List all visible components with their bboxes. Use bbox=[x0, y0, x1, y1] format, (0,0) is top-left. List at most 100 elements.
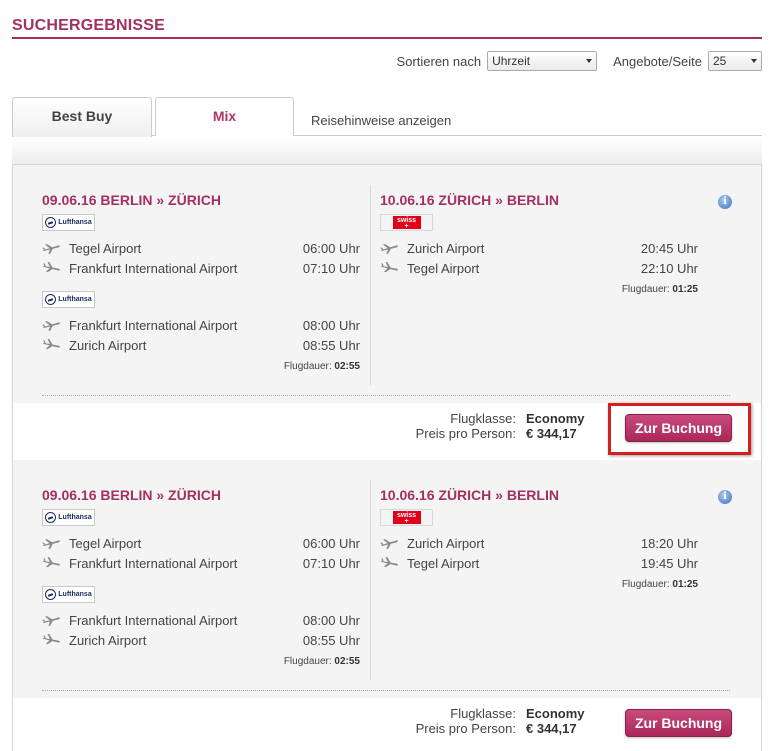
travel-notes-link[interactable]: Reisehinweise anzeigen bbox=[311, 113, 451, 128]
takeoff-icon bbox=[42, 616, 60, 626]
landing-icon bbox=[381, 557, 399, 568]
departure-time: 08:00 Uhr bbox=[302, 318, 360, 333]
sort-bar: Sortieren nach Uhrzeit Angebote/Seite 25 bbox=[397, 50, 762, 72]
takeoff-icon bbox=[380, 539, 398, 549]
segment-arrival: Zurich Airport 08:55 Uhr bbox=[42, 631, 360, 651]
flight-duration: Flugdauer: 01:25 bbox=[621, 284, 698, 295]
outbound-leg: 09.06.16 BERLIN » ZÜRICH Lufthansa Tegel A… bbox=[42, 192, 360, 372]
chevron-down-icon bbox=[586, 59, 593, 63]
return-leg: 10.06.16 ZÜRICH » BERLIN swiss + Zurich Air… bbox=[380, 192, 698, 295]
segment-departure: Tegel Airport 06:00 Uhr bbox=[42, 534, 360, 554]
page-title: SUCHERGEBNISSE bbox=[12, 17, 166, 34]
lufthansa-logo: Lufthansa bbox=[42, 509, 95, 526]
segment-arrival: Tegel Airport 22:10 Uhr bbox=[380, 259, 698, 279]
departure-time: 18:20 Uhr bbox=[640, 536, 698, 551]
flight-duration: Flugdauer: 01:25 bbox=[621, 579, 698, 590]
price-value: € 344,17 bbox=[526, 426, 577, 441]
arrival-time: 08:55 Uhr bbox=[302, 633, 360, 648]
per-page-select[interactable]: 25 bbox=[708, 51, 762, 71]
tab-best-buy[interactable]: Best Buy bbox=[12, 97, 152, 137]
dotted-divider bbox=[42, 395, 730, 396]
departure-time: 20:45 Uhr bbox=[640, 241, 698, 256]
offer-card: 09.06.16 BERLIN » ZÜRICH Lufthansa Tegel A… bbox=[12, 460, 762, 751]
tab-mix[interactable]: Mix bbox=[155, 97, 294, 136]
airport-name: Frankfurt International Airport bbox=[69, 556, 238, 571]
offer-itinerary: 09.06.16 BERLIN » ZÜRICH Lufthansa Tegel A… bbox=[13, 165, 761, 403]
segment-arrival: Frankfurt International Airport 07:10 Uhr bbox=[42, 554, 360, 574]
swiss-logo: swiss + bbox=[380, 509, 433, 526]
takeoff-icon bbox=[380, 244, 398, 254]
outbound-leg: 09.06.16 BERLIN » ZÜRICH Lufthansa Tegel A… bbox=[42, 487, 360, 667]
takeoff-icon bbox=[42, 539, 60, 549]
arrival-time: 07:10 Uhr bbox=[302, 261, 360, 276]
airport-name: Zurich Airport bbox=[407, 241, 485, 256]
class-value: Economy bbox=[526, 706, 585, 721]
airport-name: Tegel Airport bbox=[407, 556, 480, 571]
offer-footer: Flugklasse: Economy Preis pro Person: € 344… bbox=[13, 403, 761, 460]
segment-arrival: Frankfurt International Airport 07:10 Uhr bbox=[42, 259, 360, 279]
arrival-time: 07:10 Uhr bbox=[302, 556, 360, 571]
segment-departure: Zurich Airport 20:45 Uhr bbox=[380, 239, 698, 259]
book-button[interactable]: Zur Buchung bbox=[625, 414, 732, 442]
arrival-time: 19:45 Uhr bbox=[640, 556, 698, 571]
dotted-divider bbox=[42, 690, 730, 691]
leg-heading: 10.06.16 ZÜRICH » BERLIN bbox=[380, 192, 559, 208]
title-rule bbox=[12, 37, 762, 39]
arrival-time: 22:10 Uhr bbox=[640, 261, 698, 276]
landing-icon bbox=[43, 262, 61, 273]
offer-itinerary: 09.06.16 BERLIN » ZÜRICH Lufthansa Tegel A… bbox=[13, 460, 761, 698]
leg-divider bbox=[370, 480, 371, 680]
book-button[interactable]: Zur Buchung bbox=[625, 709, 732, 737]
offer-footer: Flugklasse: Economy Preis pro Person: € 344… bbox=[13, 698, 761, 751]
info-icon[interactable]: i bbox=[718, 490, 732, 504]
class-value: Economy bbox=[526, 411, 585, 426]
offer-card: 09.06.16 BERLIN » ZÜRICH Lufthansa Tegel A… bbox=[12, 165, 762, 460]
info-icon[interactable]: i bbox=[718, 195, 732, 209]
price-label: Preis pro Person: bbox=[415, 721, 516, 736]
airport-name: Frankfurt International Airport bbox=[69, 261, 238, 276]
segment-arrival: Zurich Airport 08:55 Uhr bbox=[42, 336, 360, 356]
segment-departure: Tegel Airport 06:00 Uhr bbox=[42, 239, 360, 259]
airport-name: Tegel Airport bbox=[407, 261, 480, 276]
class-label: Flugklasse: bbox=[450, 706, 516, 721]
sort-select[interactable]: Uhrzeit bbox=[487, 51, 598, 71]
flight-duration: Flugdauer: 02:55 bbox=[283, 656, 360, 667]
segment-departure: Frankfurt International Airport 08:00 Uhr bbox=[42, 611, 360, 631]
landing-icon bbox=[381, 262, 399, 273]
airport-name: Zurich Airport bbox=[69, 633, 147, 648]
arrival-time: 08:55 Uhr bbox=[302, 338, 360, 353]
chevron-down-icon bbox=[751, 59, 757, 63]
leg-divider bbox=[370, 185, 371, 385]
flight-duration: Flugdauer: 02:55 bbox=[283, 361, 360, 372]
landing-icon bbox=[43, 634, 61, 645]
per-page-select-value: 25 bbox=[713, 54, 727, 68]
price-label: Preis pro Person: bbox=[415, 426, 516, 441]
takeoff-icon bbox=[42, 244, 60, 254]
leg-heading: 09.06.16 BERLIN » ZÜRICH bbox=[42, 487, 221, 503]
price-value: € 344,17 bbox=[526, 721, 577, 736]
airport-name: Tegel Airport bbox=[69, 241, 142, 256]
tab-band bbox=[12, 135, 762, 165]
airport-name: Frankfurt International Airport bbox=[69, 613, 238, 628]
airport-name: Tegel Airport bbox=[69, 536, 142, 551]
class-label: Flugklasse: bbox=[450, 411, 516, 426]
sort-select-value: Uhrzeit bbox=[492, 54, 531, 68]
per-page-label: Angebote/Seite bbox=[613, 53, 702, 69]
airport-name: Zurich Airport bbox=[407, 536, 485, 551]
lufthansa-logo: Lufthansa bbox=[42, 214, 95, 231]
departure-time: 08:00 Uhr bbox=[302, 613, 360, 628]
lufthansa-logo: Lufthansa bbox=[42, 586, 95, 603]
takeoff-icon bbox=[42, 321, 60, 331]
price-block: Flugklasse: Economy Preis pro Person: € 344… bbox=[393, 411, 593, 441]
departure-time: 06:00 Uhr bbox=[302, 241, 360, 256]
departure-time: 06:00 Uhr bbox=[302, 536, 360, 551]
sort-label: Sortieren nach bbox=[396, 53, 482, 69]
landing-icon bbox=[43, 339, 61, 350]
return-leg: 10.06.16 ZÜRICH » BERLIN swiss + Zurich Air… bbox=[380, 487, 698, 590]
swiss-logo: swiss + bbox=[380, 214, 433, 231]
airport-name: Frankfurt International Airport bbox=[69, 318, 238, 333]
airport-name: Zurich Airport bbox=[69, 338, 147, 353]
landing-icon bbox=[43, 557, 61, 568]
segment-departure: Frankfurt International Airport 08:00 Uhr bbox=[42, 316, 360, 336]
lufthansa-logo: Lufthansa bbox=[42, 291, 95, 308]
